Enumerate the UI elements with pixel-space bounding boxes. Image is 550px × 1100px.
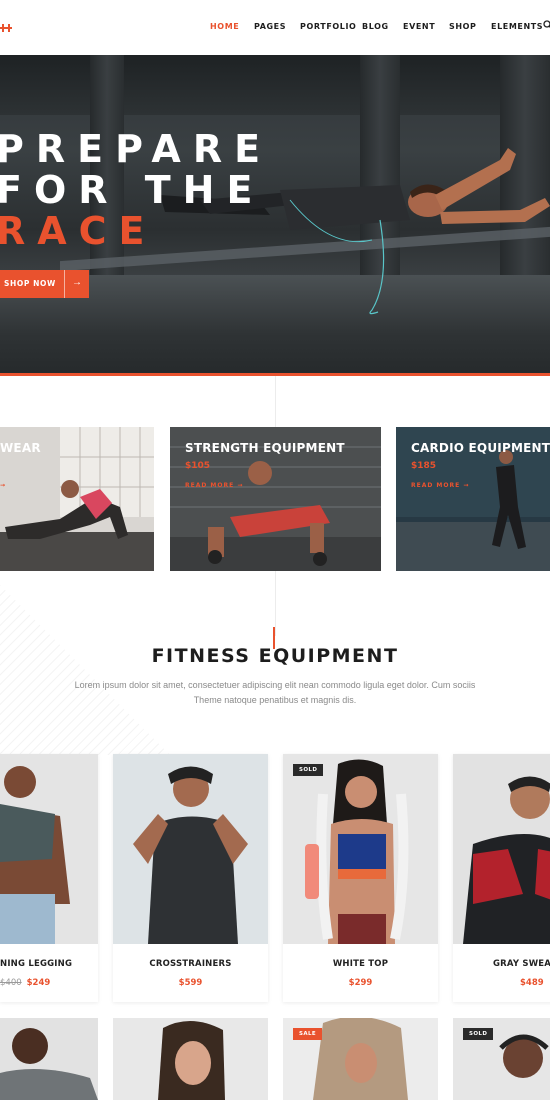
product-card[interactable] (0, 1018, 98, 1100)
sold-badge: SOLD (463, 1028, 494, 1040)
sold-badge: SOLD (293, 764, 324, 776)
product-price: $299 (348, 978, 373, 988)
read-more-link[interactable]: READ MORE → (185, 482, 243, 489)
nav-pages[interactable]: PAGES (254, 22, 286, 31)
product-name: CROSSTRAINERS (149, 959, 232, 969)
category-title: STRENGTH EQUIPMENT (185, 441, 345, 455)
product-image (283, 754, 438, 944)
product-card[interactable]: SALE (283, 1018, 438, 1100)
section-title: FITNESS EQUIPMENT (151, 645, 399, 667)
section-description: Lorem ipsum dolor sit amet, consectetuer… (50, 678, 500, 708)
read-more-label: READ MORE (411, 482, 461, 489)
product-price: $599 (178, 978, 203, 988)
button-separator (64, 270, 65, 298)
shop-now-label: SHOP NOW (4, 279, 56, 288)
product-card[interactable]: GRAY SWEATSH $489 (453, 754, 550, 1002)
product-card[interactable]: CROSSTRAINERS $599 (113, 754, 268, 1002)
category-price: $185 (411, 461, 437, 471)
category-card-wear[interactable]: WEAR → (0, 427, 154, 571)
product-card[interactable] (113, 1018, 268, 1100)
category-arrow: → (0, 482, 7, 489)
decorative-stripes (0, 585, 170, 755)
section-description-line: Lorem ipsum dolor sit amet, consectetuer… (74, 680, 476, 690)
product-price: $249 (26, 978, 51, 988)
product-image (0, 754, 98, 944)
nav-elements[interactable]: ELEMENTS (491, 22, 543, 31)
category-card-cardio[interactable]: CARDIO EQUIPMENT $185 READ MORE → (396, 427, 550, 571)
arrow-right-icon: → (72, 277, 82, 288)
product-image (453, 754, 550, 944)
product-image (113, 1018, 268, 1100)
hero-title-line3: RACE (0, 209, 157, 253)
product-old-price: $400 (0, 978, 22, 988)
read-more-label: READ MORE (185, 482, 235, 489)
product-card[interactable]: NING LEGGING $400 $249 (0, 754, 98, 1002)
product-card[interactable]: SOLD WHITE TOP $299 (283, 754, 438, 1002)
section-description-line: Theme natoque penatibus et magnis dis. (193, 695, 357, 705)
search-icon[interactable] (543, 20, 550, 30)
hero-ceiling (0, 55, 550, 115)
product-card[interactable]: SOLD (453, 1018, 550, 1100)
product-name: WHITE TOP (332, 959, 389, 969)
hero-title-line2: FOR THE (0, 168, 265, 212)
read-more-link[interactable]: READ MORE → (411, 482, 469, 489)
category-title: WEAR (0, 441, 41, 455)
product-name: GRAY SWEATSH (493, 959, 550, 969)
hero-banner: PREPARE FOR THE RACE (0, 55, 550, 373)
top-navigation: HOME PAGES PORTFOLIO BLOG EVENT SHOP ELE… (0, 0, 550, 55)
logo[interactable] (0, 24, 12, 32)
category-price: $105 (185, 461, 211, 471)
product-image (113, 754, 268, 944)
sale-badge: SALE (293, 1028, 323, 1040)
nav-blog[interactable]: BLOG (362, 22, 389, 31)
shop-now-button[interactable]: SHOP NOW → (0, 270, 89, 298)
nav-event[interactable]: EVENT (403, 22, 435, 31)
nav-shop[interactable]: SHOP (449, 22, 477, 31)
product-price: $489 (520, 978, 544, 988)
category-title: CARDIO EQUIPMENT (411, 441, 550, 455)
hero-title-line1: PREPARE (0, 127, 273, 171)
product-image (0, 1018, 98, 1100)
nav-portfolio[interactable]: PORTFOLIO (300, 22, 356, 31)
product-name: NING LEGGING (0, 959, 73, 969)
nav-home[interactable]: HOME (210, 22, 239, 31)
category-card-strength[interactable]: STRENGTH EQUIPMENT $105 READ MORE → (170, 427, 381, 571)
